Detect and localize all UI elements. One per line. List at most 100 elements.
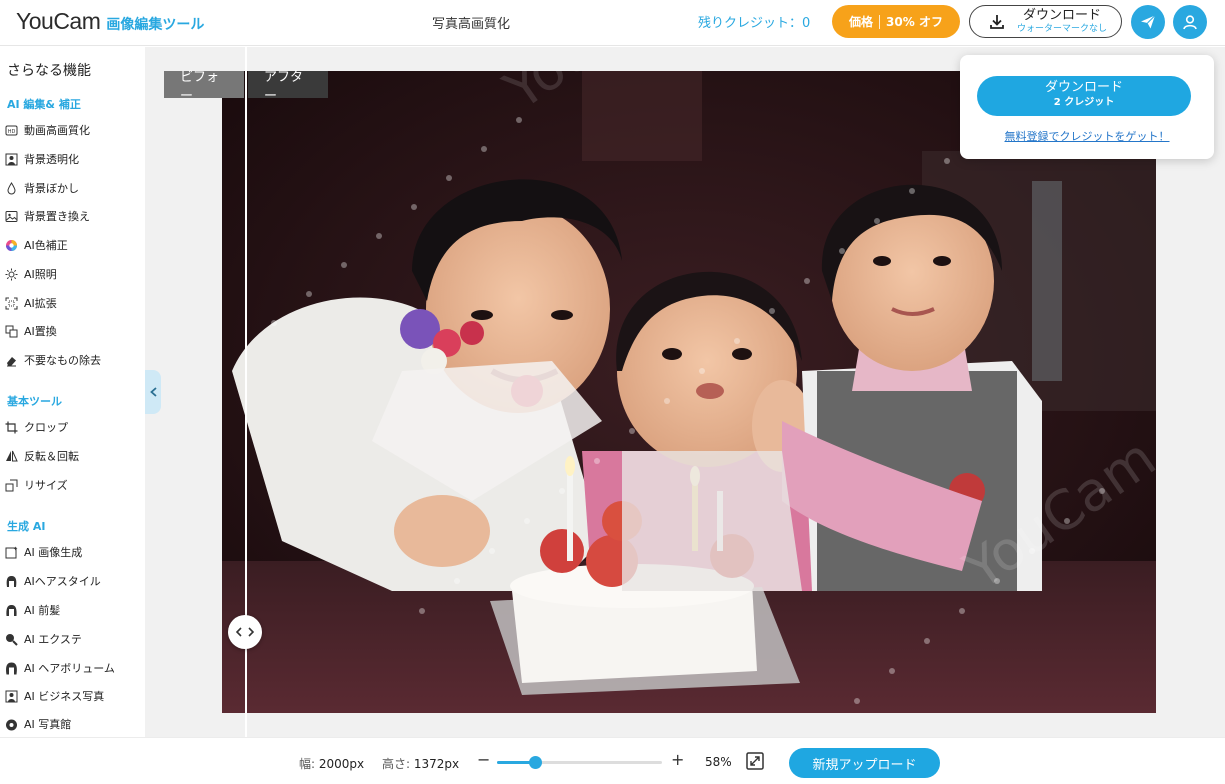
sidebar-item-label: 背景置き換え	[24, 210, 90, 223]
sidebar-item-flip-rotate[interactable]: 反転＆回転	[4, 445, 142, 467]
sidebar-item-ai-extension[interactable]: AI エクステ	[4, 628, 142, 650]
before-tag: ビフォー	[164, 70, 244, 104]
sidebar-item-ai-lighting[interactable]: AI照明	[4, 263, 142, 285]
photo-preview[interactable]: YouCam YouCam	[222, 71, 1156, 713]
crop-icon	[4, 420, 18, 434]
zoom-in-button[interactable]: +	[671, 750, 684, 769]
free-signup-link[interactable]: 無料登録でクレジットをゲット！	[960, 128, 1214, 144]
price-button[interactable]: 価格 30% オフ	[832, 5, 960, 38]
fit-screen-icon[interactable]	[746, 752, 764, 770]
sidebar-item-label: AI 画像生成	[24, 546, 83, 559]
download-popup: ダウンロード 2 クレジット 無料登録でクレジットをゲット！	[960, 55, 1214, 159]
after-tag: アフター	[248, 70, 328, 104]
sidebar-item-label: AI 写真館	[24, 718, 72, 731]
account-button[interactable]	[1173, 5, 1207, 39]
drop-icon	[4, 181, 18, 195]
paper-plane-icon	[1141, 15, 1156, 29]
sidebar-collapse-toggle[interactable]	[145, 370, 161, 414]
image-height: 高さ: 1372px	[382, 755, 459, 772]
bangs-icon	[4, 603, 18, 617]
sidebar-item-replace-bg[interactable]: 背景置き換え	[4, 205, 142, 227]
width-label: 幅:	[299, 757, 316, 771]
sidebar-item-label: リサイズ	[24, 479, 68, 492]
download-header-label: ダウンロード	[1022, 8, 1101, 23]
sidebar-item-ai-photo-studio[interactable]: AI 写真館	[4, 713, 142, 735]
sidebar-item-label: AI置換	[24, 325, 57, 338]
sidebar-item-label: 反転＆回転	[24, 450, 79, 463]
sidebar-item-label: AI 前髪	[24, 604, 61, 617]
download-button[interactable]: ダウンロード 2 クレジット	[977, 76, 1191, 116]
eraser-icon	[4, 353, 18, 367]
share-button[interactable]	[1131, 5, 1165, 39]
sidebar-item-ai-expand[interactable]: AI拡張	[4, 292, 142, 314]
sidebar-item-label: 不要なもの除去	[24, 354, 101, 367]
sidebar-heading: さらなる機能	[7, 63, 91, 79]
portrait-icon	[4, 689, 18, 703]
download-header-button[interactable]: ダウンロード ウォーターマークなし	[969, 5, 1122, 38]
sidebar-item-label: AI ヘアボリューム	[24, 662, 115, 675]
ai-image-icon	[4, 545, 18, 559]
sidebar-item-video-enhance[interactable]: HD 動画高画質化	[4, 119, 142, 141]
sun-icon	[4, 267, 18, 281]
chevron-left-icon	[149, 387, 157, 397]
resize-icon	[4, 478, 18, 492]
chevron-left-right-icon	[236, 627, 254, 637]
replace-icon	[4, 324, 18, 338]
sidebar-item-label: AI拡張	[24, 297, 57, 310]
compare-handle[interactable]	[228, 615, 262, 649]
user-icon	[1183, 15, 1197, 30]
sidebar-item-label: AIヘアスタイル	[24, 575, 101, 588]
flip-icon	[4, 449, 18, 463]
volume-icon	[4, 661, 18, 675]
sidebar-item-label: AI照明	[24, 268, 57, 281]
sidebar-item-object-removal[interactable]: 不要なもの除去	[4, 349, 142, 371]
sidebar-item-crop[interactable]: クロップ	[4, 416, 142, 438]
sidebar-section-ai-edit: AI 編集& 補正	[7, 98, 81, 111]
credits-remaining: 残りクレジット：0	[698, 16, 811, 31]
zoom-slider[interactable]	[497, 756, 662, 769]
sidebar-item-resize[interactable]: リサイズ	[4, 474, 142, 496]
sidebar-item-label: AI色補正	[24, 239, 68, 252]
sidebar-item-ai-replace[interactable]: AI置換	[4, 320, 142, 342]
sidebar: さらなる機能 AI 編集& 補正 HD 動画高画質化 背景透明化 背景ぼかし 背…	[0, 47, 145, 737]
sidebar-item-blur-bg[interactable]: 背景ぼかし	[4, 177, 142, 199]
width-value: 2000px	[318, 757, 365, 771]
height-label: 高さ:	[382, 757, 411, 771]
bottom-bar: 幅: 2000px 高さ: 1372px − + 58% 新規アップロード	[0, 737, 1225, 784]
person-cutout-icon	[4, 152, 18, 166]
sidebar-item-ai-image-gen[interactable]: AI 画像生成	[4, 541, 142, 563]
sidebar-section-generative-ai: 生成 AI	[7, 520, 46, 533]
sidebar-item-ai-color[interactable]: AI色補正	[4, 234, 142, 256]
sidebar-item-ai-hairstyle[interactable]: AIヘアスタイル	[4, 570, 142, 592]
studio-icon	[4, 717, 18, 731]
sidebar-item-remove-bg[interactable]: 背景透明化	[4, 148, 142, 170]
download-icon	[990, 15, 1004, 29]
download-header-sub: ウォーターマークなし	[1016, 24, 1107, 34]
hd-video-icon: HD	[4, 123, 18, 137]
sidebar-item-label: AI ビジネス写真	[24, 690, 105, 703]
height-value: 1372px	[413, 757, 460, 771]
price-label: 価格	[849, 15, 874, 29]
image-width: 幅: 2000px	[299, 755, 364, 772]
image-icon	[4, 209, 18, 223]
sidebar-item-label: クロップ	[24, 421, 68, 434]
download-button-cost: 2 クレジット	[1053, 97, 1115, 108]
sidebar-item-label: 動画高画質化	[24, 124, 90, 137]
zoom-out-button[interactable]: −	[477, 750, 490, 769]
sidebar-section-basic-tools: 基本ツール	[7, 395, 62, 408]
photo-image: YouCam YouCam	[222, 71, 1156, 713]
logo[interactable]: YouCam 画像編集ツール	[16, 8, 204, 35]
page-title: 写真高画質化	[432, 17, 511, 32]
logo-subtitle: 画像編集ツール	[106, 17, 205, 33]
svg-text:HD: HD	[7, 129, 15, 135]
sidebar-item-ai-business-photo[interactable]: AI ビジネス写真	[4, 685, 142, 707]
zoom-percentage: 58%	[705, 755, 732, 769]
sidebar-item-label: 背景ぼかし	[24, 182, 79, 195]
logo-wordmark: YouCam	[16, 8, 101, 34]
sidebar-item-ai-bangs[interactable]: AI 前髪	[4, 599, 142, 621]
new-upload-button[interactable]: 新規アップロード	[789, 748, 940, 778]
sidebar-item-ai-hair-volume[interactable]: AI ヘアボリューム	[4, 657, 142, 679]
sidebar-item-label: 背景透明化	[24, 153, 79, 166]
color-wheel-icon	[4, 238, 18, 252]
zoom-slider-knob[interactable]	[529, 756, 542, 769]
